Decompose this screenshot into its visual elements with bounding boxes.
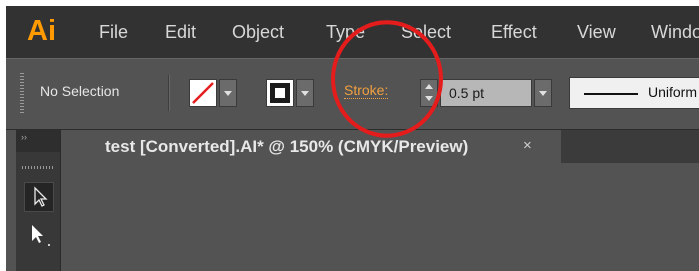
highlight-circle-annotation [331, 20, 443, 138]
tools-panel: ›› [16, 130, 61, 271]
variable-width-profile-select[interactable]: Uniform [569, 77, 699, 109]
menu-window[interactable]: Window [651, 6, 699, 58]
artboard-canvas[interactable] [61, 163, 699, 271]
stroke-dropdown-button[interactable] [296, 79, 314, 107]
menu-file[interactable]: File [99, 6, 128, 58]
direct-selection-tool-button[interactable] [24, 220, 54, 250]
selection-tool-button[interactable] [24, 182, 54, 212]
fill-dropdown-button[interactable] [219, 79, 237, 107]
stroke-profile-preview-icon [584, 93, 638, 95]
control-bar-grip[interactable] [20, 73, 24, 113]
variable-width-profile-label: Uniform [648, 84, 698, 100]
app-logo: Ai [27, 15, 56, 47]
collapse-icon[interactable]: ›› [21, 132, 27, 142]
selection-status: No Selection [40, 83, 120, 99]
close-icon[interactable]: × [523, 137, 532, 154]
direct-selection-arrow-icon [32, 225, 50, 246]
menu-edit[interactable]: Edit [165, 6, 196, 58]
stroke-swatch[interactable] [266, 79, 294, 107]
tools-panel-header: ›› [16, 130, 60, 152]
stroke-weight-dropdown-button[interactable] [534, 79, 552, 107]
document-tab-title: test [Converted].AI* @ 150% (CMYK/Previe… [105, 137, 469, 156]
menu-effect[interactable]: Effect [491, 6, 537, 58]
selection-arrow-icon [34, 186, 48, 207]
stroke-weight-input[interactable]: 0.5 pt [440, 79, 532, 107]
menu-object[interactable]: Object [232, 6, 284, 58]
none-color-icon [192, 82, 214, 104]
illustrator-window: Ai File Edit Object Type Select Effect V… [6, 6, 699, 271]
menu-view[interactable]: View [577, 6, 616, 58]
divider [168, 75, 169, 111]
document-tab[interactable]: test [Converted].AI* @ 150% (CMYK/Previe… [61, 130, 561, 163]
stroke-color-icon [270, 83, 290, 103]
fill-swatch[interactable] [189, 79, 217, 107]
tools-panel-grip[interactable] [22, 166, 54, 169]
